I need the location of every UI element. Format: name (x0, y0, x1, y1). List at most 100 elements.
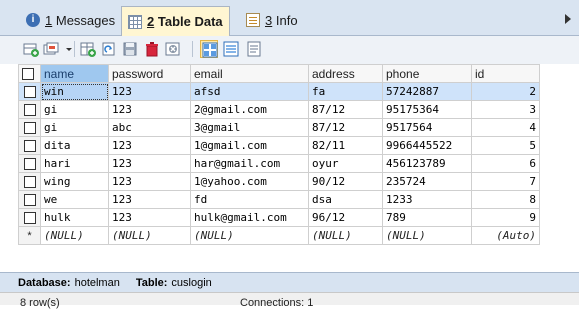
checkbox-icon[interactable] (23, 103, 36, 116)
text-view-button[interactable] (245, 40, 263, 58)
cell-password[interactable]: 123 (108, 154, 191, 173)
cell-phone[interactable]: 9966445522 (382, 136, 472, 155)
cell-id[interactable]: 9 (471, 208, 540, 227)
cell-email[interactable]: fd (190, 190, 309, 209)
cell-phone[interactable]: (NULL) (382, 226, 472, 245)
table-row[interactable]: gi 123 2@gmail.com 87/12 95175364 3 (18, 100, 540, 119)
row-checkbox[interactable] (18, 82, 41, 101)
cell-password[interactable]: 123 (108, 82, 191, 101)
cell-phone[interactable]: 1233 (382, 190, 472, 209)
cell-address[interactable]: 90/12 (308, 172, 383, 191)
cell-id[interactable]: 4 (471, 118, 540, 137)
insert-row-button[interactable] (79, 40, 97, 58)
row-checkbox[interactable] (18, 190, 41, 209)
cell-email[interactable]: afsd (190, 82, 309, 101)
duplicate-dropdown-button[interactable] (60, 40, 72, 58)
refresh-button[interactable] (100, 40, 118, 58)
cell-email[interactable]: har@gmail.com (190, 154, 309, 173)
row-checkbox[interactable] (18, 172, 41, 191)
checkbox-icon[interactable] (23, 175, 36, 188)
column-header-password[interactable]: password (108, 64, 191, 83)
cell-email[interactable]: hulk@gmail.com (190, 208, 309, 227)
cell-address[interactable]: fa (308, 82, 383, 101)
cell-password[interactable]: (NULL) (108, 226, 191, 245)
cell-password[interactable]: 123 (108, 190, 191, 209)
scroll-tabs-right-icon[interactable] (565, 14, 571, 24)
table-row[interactable]: dita 123 1@gmail.com 82/11 9966445522 5 (18, 136, 540, 155)
cell-password[interactable]: 123 (108, 136, 191, 155)
duplicate-row-button[interactable] (42, 40, 60, 58)
cell-id[interactable]: 8 (471, 190, 540, 209)
cell-name[interactable]: (NULL) (40, 226, 109, 245)
add-row-button[interactable] (22, 40, 40, 58)
cell-address[interactable]: 87/12 (308, 100, 383, 119)
cell-email[interactable]: 2@gmail.com (190, 100, 309, 119)
cell-name[interactable]: hari (40, 154, 109, 173)
tab-table-data[interactable]: 2 Table Data (121, 6, 230, 36)
cell-id[interactable]: 7 (471, 172, 540, 191)
cancel-changes-button[interactable] (164, 40, 182, 58)
checkbox-icon[interactable] (23, 85, 36, 98)
cell-phone[interactable]: 57242887 (382, 82, 472, 101)
cell-email[interactable]: 1@gmail.com (190, 136, 309, 155)
cell-name[interactable]: gi (40, 100, 109, 119)
column-header-name[interactable]: name (40, 64, 109, 83)
cell-phone[interactable]: 789 (382, 208, 472, 227)
cell-address[interactable]: oyur (308, 154, 383, 173)
delete-button[interactable] (143, 40, 161, 58)
column-header-id[interactable]: id (471, 64, 540, 83)
table-row[interactable]: wing 123 1@yahoo.com 90/12 235724 7 (18, 172, 540, 191)
cell-address[interactable]: 87/12 (308, 118, 383, 137)
cell-id[interactable]: 6 (471, 154, 540, 173)
cell-email[interactable]: (NULL) (190, 226, 309, 245)
form-view-button[interactable] (222, 40, 240, 58)
select-all-checkbox[interactable] (18, 64, 41, 83)
save-button[interactable] (121, 40, 139, 58)
checkbox-icon[interactable] (23, 157, 36, 170)
cell-password[interactable]: 123 (108, 172, 191, 191)
cell-name[interactable]: dita (40, 136, 109, 155)
cell-phone[interactable]: 456123789 (382, 154, 472, 173)
cell-address[interactable]: (NULL) (308, 226, 383, 245)
cell-phone[interactable]: 9517564 (382, 118, 472, 137)
cell-phone[interactable]: 95175364 (382, 100, 472, 119)
table-row[interactable]: win 123 afsd fa 57242887 2 (18, 82, 540, 101)
table-row[interactable]: we 123 fd dsa 1233 8 (18, 190, 540, 209)
cell-address[interactable]: 96/12 (308, 208, 383, 227)
row-checkbox[interactable] (18, 136, 41, 155)
tab-info[interactable]: 3 Info (240, 8, 304, 32)
cell-name[interactable]: hulk (40, 208, 109, 227)
table-row[interactable]: gi abc 3@gmail 87/12 9517564 4 (18, 118, 540, 137)
row-checkbox[interactable] (18, 118, 41, 137)
tab-messages[interactable]: i 1 Messages (20, 8, 121, 32)
row-checkbox[interactable] (18, 100, 41, 119)
cell-email[interactable]: 3@gmail (190, 118, 309, 137)
cell-id[interactable]: 3 (471, 100, 540, 119)
cell-name[interactable]: gi (40, 118, 109, 137)
checkbox-icon[interactable] (23, 211, 36, 224)
cell-password[interactable]: 123 (108, 100, 191, 119)
checkbox-icon[interactable] (23, 193, 36, 206)
cell-address[interactable]: dsa (308, 190, 383, 209)
grid-view-button[interactable] (200, 40, 218, 58)
column-header-email[interactable]: email (190, 64, 309, 83)
cell-password[interactable]: 123 (108, 208, 191, 227)
checkbox-icon[interactable] (22, 68, 34, 81)
column-header-phone[interactable]: phone (382, 64, 472, 83)
column-header-address[interactable]: address (308, 64, 383, 83)
cell-name[interactable]: wing (40, 172, 109, 191)
cell-address[interactable]: 82/11 (308, 136, 383, 155)
cell-name[interactable]: we (40, 190, 109, 209)
cell-name[interactable]: win (40, 82, 109, 101)
checkbox-icon[interactable] (23, 121, 36, 134)
cell-id[interactable]: 5 (471, 136, 540, 155)
cell-id[interactable]: (Auto) (471, 226, 540, 245)
table-row[interactable]: hari 123 har@gmail.com oyur 456123789 6 (18, 154, 540, 173)
cell-id[interactable]: 2 (471, 82, 540, 101)
new-row[interactable]: * (NULL) (NULL) (NULL) (NULL) (NULL) (Au… (18, 226, 540, 245)
cell-password[interactable]: abc (108, 118, 191, 137)
table-row[interactable]: hulk 123 hulk@gmail.com 96/12 789 9 (18, 208, 540, 227)
row-checkbox[interactable] (18, 208, 41, 227)
cell-phone[interactable]: 235724 (382, 172, 472, 191)
row-checkbox[interactable] (18, 154, 41, 173)
